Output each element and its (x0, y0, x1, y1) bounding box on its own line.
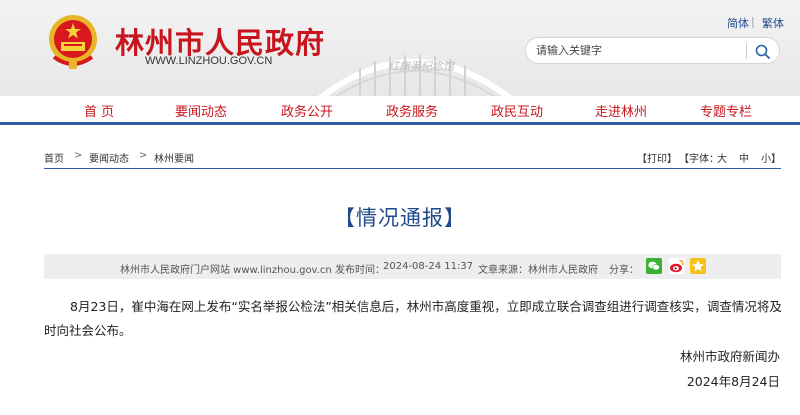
lang-traditional-link[interactable]: 繁体 (762, 15, 784, 31)
breadcrumb-linzhou-news[interactable]: 林州要闻 (154, 150, 194, 165)
nav-underline (0, 122, 800, 125)
search-icon[interactable] (754, 43, 771, 60)
nav-item-gov-affairs[interactable]: 政务公开 (281, 101, 333, 120)
nav-item-news[interactable]: 要闻动态 (175, 101, 227, 120)
publish-time-label: 发布时间： (335, 265, 385, 276)
weibo-share-button[interactable] (669, 258, 685, 274)
font-size-large-button[interactable]: 大 (717, 150, 727, 165)
memorial-building-graphic: 红旗渠纪念馆 (317, 55, 513, 96)
lang-simplified-link[interactable]: 简体 (727, 15, 749, 31)
qzone-icon (692, 260, 704, 272)
site-header: 红旗渠纪念馆 林州市人民政府 WWW.LINZHOU.GOV.CN 简体 | 繁… (0, 0, 800, 96)
search-divider (746, 43, 747, 59)
article-title: 【情况通报】 (334, 206, 466, 230)
main-nav: 首 页 要闻动态 政务公开 政务服务 政民互动 走进林州 专题专栏 (0, 96, 800, 122)
nav-item-topics[interactable]: 专题专栏 (700, 101, 752, 120)
font-size-medium-button[interactable]: 中 (739, 150, 749, 165)
breadcrumb-home[interactable]: 首页 (44, 150, 64, 165)
breadcrumb-divider (44, 168, 781, 169)
wechat-icon (648, 261, 660, 271)
qzone-share-button[interactable] (690, 258, 706, 274)
article-source-site: 林州市人民政府门户网站 www.linzhou.gov.cn (120, 265, 332, 276)
signature-organization: 林州市政府新闻办 (679, 349, 780, 364)
site-url: WWW.LINZHOU.GOV.CN (145, 55, 273, 67)
article-origin-label: 文章来源： (478, 265, 528, 276)
font-size-small-button[interactable]: 小 (761, 150, 771, 165)
signature-date: 2024年8月24日 (686, 374, 780, 389)
nav-item-interaction[interactable]: 政民互动 (491, 101, 543, 120)
nav-item-home[interactable]: 首 页 (84, 101, 114, 120)
print-button[interactable]: 【打印】 (637, 150, 677, 165)
article-body: 8月23日，崔中海在网上发布“实名举报公检法”相关信息后，林州市高度重视，立即成… (44, 299, 782, 338)
article-origin: 林州市人民政府 (528, 265, 598, 276)
font-size-close-bracket: 】 (771, 154, 781, 165)
weibo-icon (670, 259, 684, 273)
nav-item-about-linzhou[interactable]: 走进林州 (595, 101, 647, 120)
breadcrumb-news[interactable]: 要闻动态 (89, 150, 129, 165)
breadcrumb-separator: > (74, 150, 83, 161)
search-input[interactable] (536, 41, 736, 60)
lang-separator: | (751, 15, 755, 28)
publish-time: 2024-08-24 11:37 (383, 261, 474, 272)
national-emblem-icon (49, 15, 97, 69)
breadcrumb-separator: > (139, 150, 148, 161)
wechat-share-button[interactable] (646, 258, 662, 274)
nav-item-services[interactable]: 政务服务 (386, 101, 438, 120)
building-inscription: 红旗渠纪念馆 (388, 60, 456, 73)
share-label: 分享： (609, 265, 639, 276)
font-size-label: 【字体： (679, 154, 719, 165)
search-box (525, 37, 780, 64)
